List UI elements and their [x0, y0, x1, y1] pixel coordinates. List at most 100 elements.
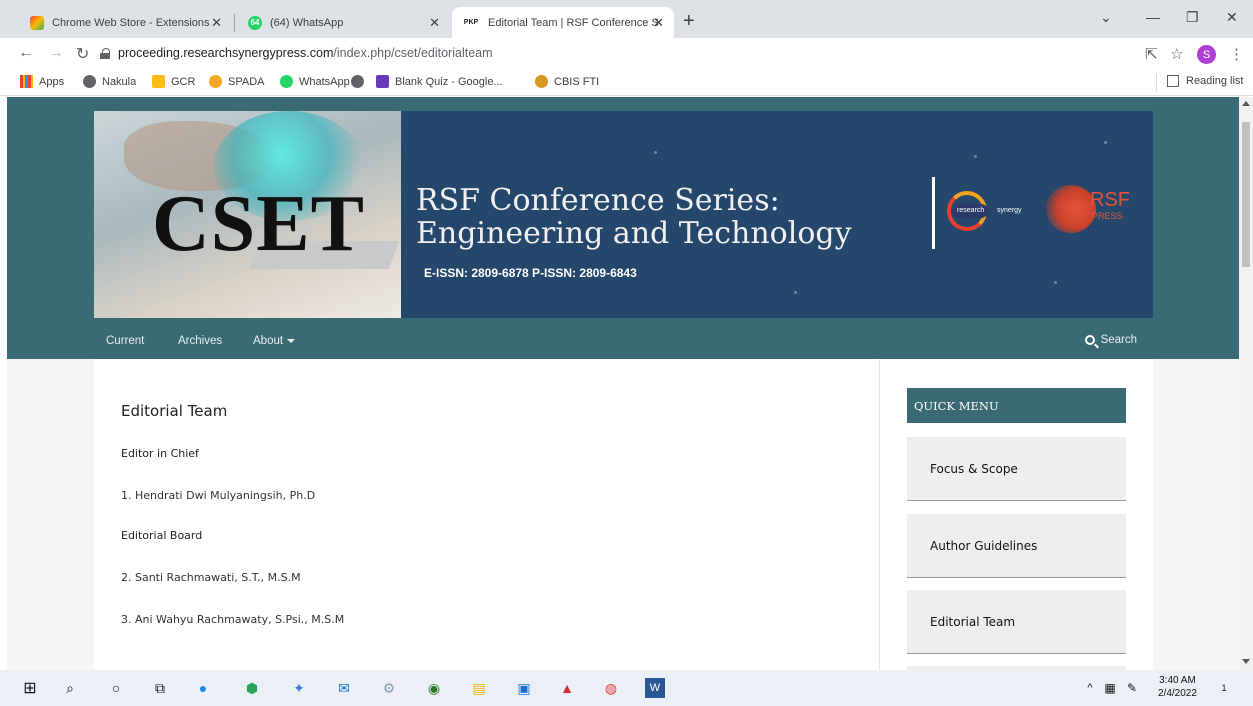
- profile-avatar[interactable]: S: [1197, 45, 1216, 64]
- search-icon: [1084, 335, 1095, 345]
- nav-about[interactable]: About: [253, 335, 296, 347]
- spada-icon: [209, 75, 222, 88]
- sidebar-item-label: Author Guidelines: [930, 539, 1038, 553]
- share-icon[interactable]: ⇱: [1145, 45, 1158, 63]
- journal-title: RSF Conference Series: Engineering and T…: [416, 184, 852, 250]
- store-icon[interactable]: ▣: [514, 678, 534, 698]
- scroll-up-icon[interactable]: [1242, 101, 1250, 106]
- journal-title-line1: RSF Conference Series:: [416, 183, 780, 218]
- notification-center-icon[interactable]: 1: [1214, 678, 1234, 698]
- app-shield-icon[interactable]: ⬢: [242, 678, 262, 698]
- bookmark-whatsapp[interactable]: WhatsApp: [280, 75, 350, 88]
- url-path: /index.php/cset/editorialteam: [333, 46, 493, 60]
- word-icon[interactable]: W: [645, 678, 665, 698]
- reload-icon[interactable]: ↻: [76, 44, 89, 64]
- sidebar-item-editorial-team[interactable]: Editorial Team: [907, 590, 1126, 654]
- scroll-down-icon[interactable]: [1242, 659, 1250, 664]
- caret-down-icon: [287, 338, 296, 343]
- tab-editorial-team[interactable]: PKP Editorial Team | RSF Conference S ✕: [452, 7, 674, 38]
- journal-acronym: CSET: [152, 180, 365, 268]
- windows-start-icon[interactable]: ⊞: [20, 678, 40, 698]
- close-tab-icon[interactable]: ✕: [211, 15, 222, 31]
- bookmark-globe[interactable]: [351, 75, 370, 88]
- research-synergy-logo: research synergy: [947, 191, 1039, 231]
- cortana-icon[interactable]: ○: [106, 678, 126, 698]
- more-menu-icon[interactable]: ⋮: [1229, 45, 1244, 63]
- editor-in-chief-heading: Editor in Chief: [121, 447, 199, 460]
- task-view-icon[interactable]: ⧉: [150, 678, 170, 698]
- tab-chrome-web-store[interactable]: Chrome Web Store - Extensions ✕: [20, 7, 232, 38]
- quick-menu-heading: QUICK MENU: [907, 388, 1126, 423]
- nav-about-label: About: [253, 335, 284, 347]
- logo-text: research: [953, 204, 989, 218]
- google-forms-icon: [376, 75, 389, 88]
- tab-title: (64) WhatsApp: [270, 16, 344, 29]
- reading-list-label: Reading list: [1186, 75, 1244, 87]
- edge-icon[interactable]: ●: [193, 678, 213, 698]
- app-coin-icon[interactable]: ◉: [424, 678, 444, 698]
- globe-icon: [351, 75, 364, 88]
- chevron-up-icon[interactable]: ^: [1080, 678, 1100, 698]
- settings-gear-icon[interactable]: ⚙: [379, 678, 399, 698]
- chrome-icon[interactable]: ◍: [601, 678, 621, 698]
- minimize-button[interactable]: —: [1146, 9, 1160, 25]
- bookmark-star-icon[interactable]: ☆: [1170, 45, 1183, 63]
- acrobat-icon[interactable]: ▲: [557, 678, 577, 698]
- notification-count: 1: [1221, 683, 1227, 693]
- bookmark-apps[interactable]: Apps: [20, 75, 64, 88]
- network-dot: [1104, 141, 1107, 144]
- sidebar-item-focus-scope[interactable]: Focus & Scope: [907, 437, 1126, 501]
- close-tab-icon[interactable]: ✕: [653, 15, 664, 31]
- apps-grid-icon: [20, 75, 33, 88]
- main-content: Editorial Team Editor in Chief 1. Hendra…: [94, 359, 880, 670]
- bookmark-label: SPADA: [228, 75, 265, 88]
- network-icon[interactable]: ▦: [1100, 678, 1120, 698]
- clock-time: 3:40 AM: [1159, 675, 1196, 686]
- lock-icon[interactable]: [100, 48, 110, 59]
- bookmark-spada[interactable]: SPADA: [209, 75, 264, 88]
- taskbar-clock[interactable]: 3:40 AM 2/4/2022: [1158, 674, 1197, 700]
- forward-arrow-icon[interactable]: →: [48, 44, 64, 62]
- search-link[interactable]: Search: [1084, 334, 1137, 346]
- search-icon[interactable]: ⌕: [60, 678, 80, 698]
- search-label: Search: [1100, 334, 1137, 346]
- logo-text: synergy: [997, 207, 1022, 214]
- tab-title: Chrome Web Store - Extensions: [52, 16, 210, 29]
- bookmark-cbis-fti[interactable]: CBIS FTI: [535, 75, 599, 88]
- network-dot: [794, 291, 797, 294]
- reading-list-button[interactable]: Reading list: [1167, 75, 1243, 87]
- close-tab-icon[interactable]: ✕: [429, 15, 440, 31]
- network-dot: [974, 155, 977, 158]
- new-tab-button[interactable]: +: [683, 10, 695, 33]
- rsf-book-icon: [1046, 185, 1096, 233]
- globe-icon: [83, 75, 96, 88]
- sidebar-item-label: Editorial Team: [930, 615, 1016, 629]
- bookmark-label: CBIS FTI: [554, 75, 600, 88]
- scroll-thumb[interactable]: [1242, 122, 1250, 267]
- tab-whatsapp[interactable]: 64 (64) WhatsApp ✕: [238, 7, 450, 38]
- back-arrow-icon[interactable]: ←: [18, 44, 34, 62]
- browser-tab-bar: Chrome Web Store - Extensions ✕ 64 (64) …: [0, 0, 1253, 38]
- url-field[interactable]: proceeding.researchsynergypress.com/inde…: [118, 46, 493, 60]
- tab-search-icon[interactable]: ⌄: [1100, 9, 1112, 26]
- journal-banner[interactable]: CSET RSF Conference Series: Engineering …: [94, 111, 1153, 318]
- restore-button[interactable]: ❐: [1186, 9, 1199, 26]
- sidebar-item-author-guidelines[interactable]: Author Guidelines: [907, 514, 1126, 578]
- file-explorer-icon[interactable]: ▤: [469, 678, 489, 698]
- url-domain: proceeding.researchsynergypress.com: [118, 46, 334, 60]
- nav-current[interactable]: Current: [106, 335, 144, 347]
- pen-icon[interactable]: ✎: [1122, 678, 1142, 698]
- whatsapp-icon: 64: [248, 15, 262, 30]
- mail-icon[interactable]: ✉: [334, 678, 354, 698]
- network-dot: [654, 151, 657, 154]
- bookmark-blank-quiz[interactable]: Blank Quiz - Google...: [376, 75, 503, 88]
- close-window-button[interactable]: ✕: [1226, 9, 1238, 26]
- page-title: Editorial Team: [121, 402, 228, 420]
- page-scrollbar[interactable]: [1239, 97, 1253, 670]
- bookmark-nakula[interactable]: Nakula: [83, 75, 136, 88]
- nav-archives[interactable]: Archives: [178, 335, 222, 347]
- editor-entry: 2. Santi Rachmawati, S.T., M.S.M: [121, 571, 301, 584]
- bookmark-gcr[interactable]: GCR: [152, 75, 195, 88]
- app-people-icon[interactable]: ✦: [289, 678, 309, 698]
- sidebar-item-label: Focus & Scope: [930, 462, 1018, 476]
